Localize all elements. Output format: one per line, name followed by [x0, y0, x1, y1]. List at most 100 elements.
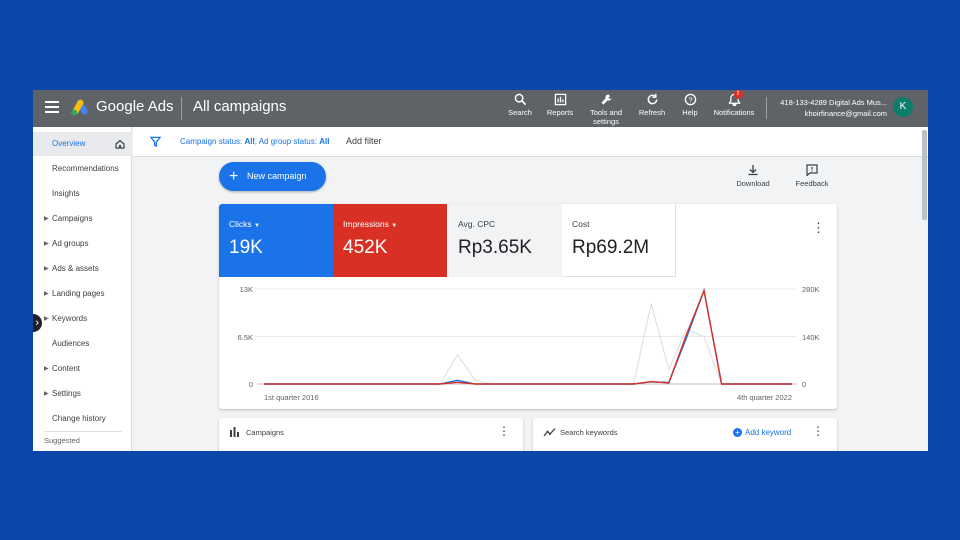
- add-filter-button[interactable]: Add filter: [346, 136, 382, 146]
- sidebar-item-audiences[interactable]: Audiences: [33, 332, 132, 356]
- scrollbar[interactable]: [922, 130, 927, 220]
- notifications-button[interactable]: ! Notifications: [710, 90, 758, 117]
- sidebar-item-label: Ads & assets: [52, 264, 99, 273]
- plus-icon: +: [733, 428, 742, 437]
- sidebar-item-ads-assets[interactable]: ▶ Ads & assets: [33, 257, 132, 281]
- dropdown-icon[interactable]: ▼: [391, 223, 397, 229]
- metric-avg-cpc[interactable]: Avg. CPC Rp3.65K: [448, 204, 562, 277]
- help-icon: ?: [684, 93, 696, 106]
- sidebar-item-landing-pages[interactable]: ▶ Landing pages: [33, 282, 132, 306]
- ad-group-status-value: All: [319, 137, 330, 146]
- caret-right-icon: ▶: [44, 291, 49, 297]
- sidebar-item-keywords[interactable]: ▶ Keywords: [33, 307, 132, 331]
- sidebar-item-change-history[interactable]: Change history: [33, 407, 132, 431]
- feedback-icon: [806, 164, 818, 176]
- sidebar-item-label: Recommendations: [52, 164, 119, 173]
- top-bar: Google Ads All campaigns Search Reports …: [33, 90, 928, 127]
- refresh-button[interactable]: Refresh: [636, 93, 668, 117]
- refresh-icon: [647, 93, 657, 105]
- sidebar-item-insights[interactable]: Insights: [33, 182, 132, 206]
- caret-right-icon: ▶: [44, 391, 49, 397]
- wrench-icon: [600, 94, 612, 105]
- ad-group-status-prefix: ; Ad group status:: [254, 137, 320, 146]
- metric-label: Avg. CPC: [458, 219, 496, 229]
- metric-label: Impressions: [343, 219, 389, 229]
- help-label: Help: [682, 108, 698, 117]
- metric-value: Rp3.65K: [458, 237, 532, 258]
- sidebar-item-recommendations[interactable]: Recommendations: [33, 157, 132, 181]
- dropdown-icon[interactable]: ▼: [254, 223, 260, 229]
- caret-right-icon: ▶: [44, 241, 49, 247]
- series-line-other: [264, 303, 792, 385]
- more-options-icon[interactable]: ⋮: [812, 424, 824, 438]
- card-title: Search keywords: [560, 428, 618, 437]
- account-info[interactable]: 418-133-4289 Digital Ads Mus... khoirfin…: [767, 97, 887, 119]
- chevron-right-icon: ›: [35, 317, 39, 329]
- sidebar-item-label: Insights: [52, 189, 80, 198]
- caret-right-icon: ▶: [44, 316, 49, 322]
- sidebar-item-ad-groups[interactable]: ▶ Ad groups: [33, 232, 132, 256]
- new-campaign-label: New campaign: [247, 171, 307, 181]
- metric-cost[interactable]: Cost Rp69.2M: [562, 204, 676, 277]
- reports-button[interactable]: Reports: [542, 93, 578, 117]
- campaign-status-prefix: Campaign status:: [180, 137, 245, 146]
- more-options-icon[interactable]: ⋮: [498, 424, 510, 438]
- campaign-status-value: All: [244, 137, 255, 146]
- app-window: Google Ads All campaigns Search Reports …: [33, 90, 928, 451]
- feedback-button[interactable]: Feedback: [793, 164, 831, 188]
- sidebar-item-label: Audiences: [52, 339, 90, 348]
- metric-impressions[interactable]: Impressions ▼ 452K: [333, 204, 447, 277]
- sidebar-item-overview[interactable]: Overview: [33, 132, 132, 156]
- right-axis-tick: 140K: [802, 333, 820, 342]
- download-button[interactable]: Download: [733, 164, 773, 188]
- bar-chart-icon: [230, 427, 239, 437]
- avatar[interactable]: K: [893, 97, 913, 117]
- sidebar-item-content[interactable]: ▶ Content: [33, 357, 132, 381]
- new-campaign-button[interactable]: + New campaign: [219, 162, 326, 191]
- menu-icon[interactable]: [45, 101, 59, 115]
- caret-right-icon: ▶: [44, 216, 49, 222]
- plus-icon: +: [229, 168, 239, 185]
- sidebar-item-label: Overview: [52, 139, 86, 148]
- metric-clicks[interactable]: Clicks ▼ 19K: [219, 204, 333, 277]
- filter-icon[interactable]: [150, 136, 161, 147]
- right-axis-tick: 0: [802, 380, 806, 389]
- sidebar-item-label: Settings: [52, 389, 81, 398]
- metric-value: 452K: [343, 237, 388, 258]
- sidebar-item-settings[interactable]: ▶ Settings: [33, 382, 132, 406]
- tools-label: Tools and settings: [589, 108, 623, 126]
- sidebar-suggested-heading: Suggested: [44, 436, 80, 445]
- left-axis-tick: 6.5K: [238, 333, 253, 342]
- refresh-label: Refresh: [638, 108, 666, 117]
- sidebar-item-campaigns[interactable]: ▶ Campaigns: [33, 207, 132, 231]
- performance-chart: 13K 6.5K 0 280K 140K 0 1st quarter 2016 …: [238, 285, 820, 402]
- more-options-icon[interactable]: ⋮: [812, 220, 825, 236]
- x-axis-start-label: 1st quarter 2016: [264, 393, 319, 402]
- metric-label: Clicks: [229, 219, 252, 229]
- brand-name: Google Ads: [96, 98, 174, 115]
- sidebar-item-label: Change history: [52, 414, 106, 423]
- help-button[interactable]: ? Help: [678, 93, 702, 117]
- google-ads-logo: [71, 99, 88, 116]
- sidebar: Overview Recommendations Insights ▶ Campa…: [33, 127, 132, 451]
- add-keyword-button[interactable]: + Add keyword: [733, 428, 791, 437]
- performance-card: Clicks ▼ 19K Impressions ▼ 452K Avg. CPC…: [219, 204, 837, 409]
- feedback-label: Feedback: [795, 179, 829, 188]
- left-axis-tick: 0: [249, 380, 253, 389]
- filter-bar: Campaign status: All; Ad group status: A…: [133, 127, 928, 157]
- right-axis-tick: 280K: [802, 285, 820, 294]
- svg-text:?: ?: [688, 95, 692, 104]
- download-label: Download: [736, 179, 770, 188]
- series-line-impressions: [264, 288, 792, 385]
- tools-settings-button[interactable]: Tools and settings: [586, 93, 626, 126]
- metric-label: Cost: [572, 219, 590, 229]
- reports-icon: [554, 93, 566, 106]
- account-id-name: 418-133-4289 Digital Ads Mus...: [780, 98, 887, 107]
- notifications-label: Notifications: [713, 108, 755, 117]
- metric-value: 19K: [229, 237, 263, 258]
- search-button[interactable]: Search: [505, 93, 535, 117]
- active-filter-chip[interactable]: Campaign status: All; Ad group status: A…: [180, 137, 329, 146]
- sidebar-item-label: Campaigns: [52, 214, 93, 223]
- header-divider: [181, 97, 182, 120]
- left-axis-tick: 13K: [240, 285, 253, 294]
